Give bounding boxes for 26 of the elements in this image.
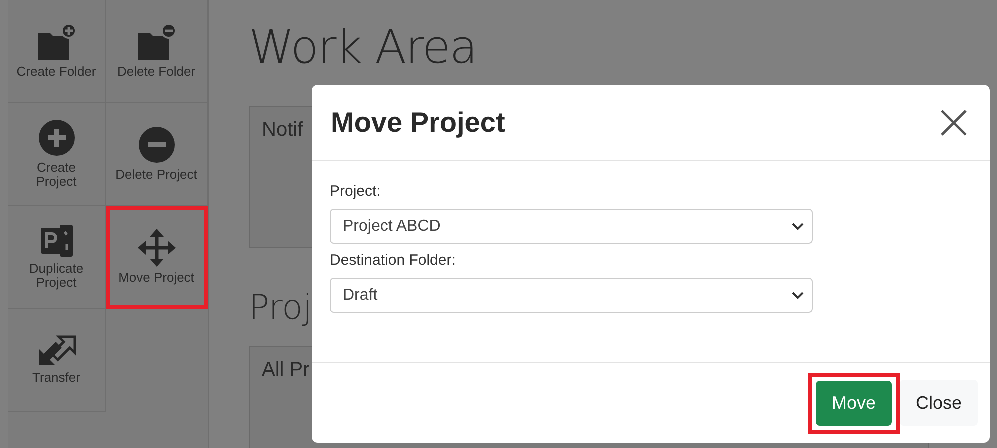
page-title: Work Area	[249, 20, 478, 74]
document-icon	[40, 224, 74, 258]
sidebar-action-button[interactable]: Delete Project	[106, 103, 208, 206]
field-label: Destination Folder:	[330, 252, 457, 269]
minus-circle-icon	[138, 126, 176, 164]
move-arrows-icon	[138, 229, 176, 267]
plus-circle-icon	[38, 119, 76, 157]
move-button[interactable]: Move	[816, 380, 892, 426]
chevron-down-icon	[792, 292, 804, 300]
sidebar-action-button[interactable]: Duplicate Project	[8, 206, 106, 309]
sidebar-action-button[interactable]: Delete Folder	[106, 0, 208, 103]
select-field[interactable]: Project ABCD	[330, 209, 813, 244]
sidebar-action-button[interactable]: Create Folder	[8, 0, 106, 103]
section-heading: Proj	[249, 288, 312, 328]
close-button[interactable]: Close	[900, 380, 978, 426]
transfer-arrows-icon	[36, 335, 76, 367]
field-label: Project:	[330, 183, 382, 200]
chevron-down-icon	[792, 222, 804, 230]
folder-plus-icon	[36, 23, 76, 61]
folder-minus-icon	[136, 23, 176, 61]
sidebar-action-button[interactable]: Transfer	[8, 309, 106, 412]
sidebar-action-button[interactable]: Create Project	[8, 103, 106, 206]
sidebar-action-button[interactable]: Move Project	[106, 206, 208, 309]
dialog-title: Move Project	[331, 106, 506, 138]
close-icon[interactable]	[940, 108, 968, 136]
select-field[interactable]: Draft	[330, 278, 813, 313]
